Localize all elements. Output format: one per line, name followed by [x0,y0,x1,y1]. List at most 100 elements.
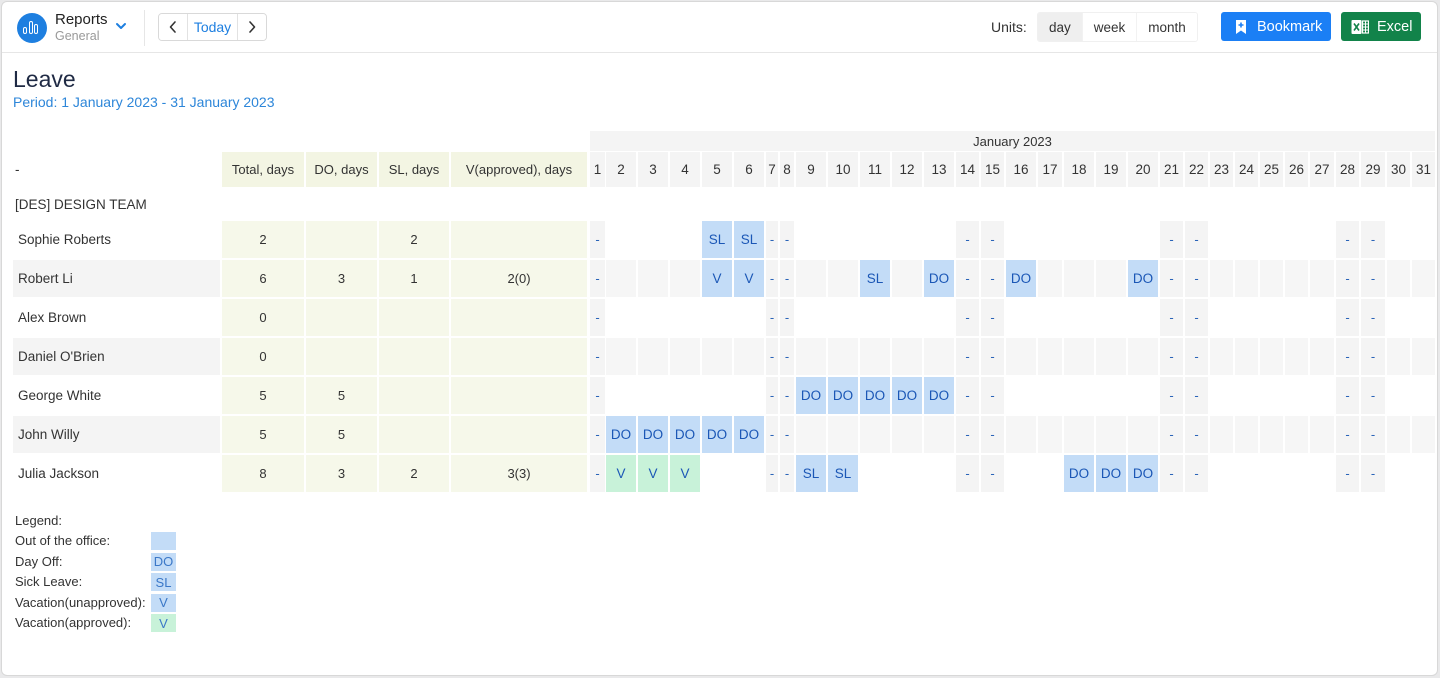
day-cell [860,416,890,453]
leave-mark[interactable]: SL [828,455,858,492]
leave-mark[interactable]: DO [924,377,954,414]
day-cell [1096,377,1126,414]
next-button[interactable] [238,14,266,40]
day-cell [1038,377,1062,414]
leave-mark[interactable]: DO [892,377,922,414]
day-header: 30 [1387,152,1410,187]
day-header: 24 [1235,152,1258,187]
day-cell [1038,299,1062,336]
day-cell [796,299,826,336]
top-bar: Reports General Today Units: day week mo… [2,2,1437,53]
previous-button[interactable] [159,14,187,40]
unit-week-button[interactable]: week [1082,13,1138,41]
day-header: 16 [1006,152,1036,187]
employee-name[interactable]: Alex Brown [13,299,220,336]
leave-mark[interactable]: DO [702,416,732,453]
non-working-day-cell: - [766,455,778,492]
day-cell [924,299,954,336]
leave-mark[interactable]: SL [796,455,826,492]
leave-mark[interactable]: DO [796,377,826,414]
employee-name[interactable]: Julia Jackson [13,455,220,492]
day-cell [924,338,954,375]
unit-month-button[interactable]: month [1137,13,1197,41]
report-window: Reports General Today Units: day week mo… [1,1,1438,676]
day-cell [1038,260,1062,297]
day-cell [1310,416,1334,453]
chevron-down-icon[interactable] [114,19,128,33]
employee-name[interactable]: Robert Li [13,260,220,297]
leave-mark[interactable]: SL [702,221,732,258]
leave-mark[interactable]: SL [860,260,890,297]
leave-mark[interactable]: DO [670,416,700,453]
non-working-day-cell: - [1361,221,1385,258]
leave-mark[interactable]: V [670,455,700,492]
leave-mark[interactable]: V [702,260,732,297]
employee-name[interactable]: John Willy [13,416,220,453]
leave-mark[interactable]: V [638,455,668,492]
period-label: Period: 1 January 2023 - 31 January 2023 [13,94,275,110]
employee-name[interactable]: Daniel O'Brien [13,338,220,375]
leave-mark[interactable]: DO [638,416,668,453]
corner-label: - [15,162,20,177]
bookmark-button[interactable]: Bookmark [1221,12,1331,41]
unit-day-button[interactable]: day [1038,13,1083,41]
day-cell [1064,416,1094,453]
legend-swatch: SL [151,573,176,591]
legend-swatch: V [151,593,176,612]
leave-mark[interactable]: SL [734,221,764,258]
today-button[interactable]: Today [187,14,238,40]
non-working-day-cell: - [590,455,605,492]
day-cell [670,299,700,336]
day-header: 21 [1160,152,1183,187]
day-cell [796,260,826,297]
leave-mark[interactable]: V [606,455,636,492]
leave-mark[interactable]: DO [1096,455,1126,492]
leave-mark[interactable]: DO [860,377,890,414]
leave-mark[interactable]: DO [734,416,764,453]
day-header: 10 [828,152,858,187]
sl-days-value [379,338,449,375]
day-cell [1235,299,1258,336]
day-cell [1310,377,1334,414]
app-title: Reports [55,11,108,28]
header-v-approved-days: V(approved), days [451,152,587,187]
leave-mark[interactable]: DO [924,260,954,297]
day-cell [828,416,858,453]
v-approved-days-value [451,299,587,336]
leave-mark[interactable]: DO [606,416,636,453]
employee-name[interactable]: Sophie Roberts [13,221,220,258]
leave-mark[interactable]: V [734,260,764,297]
leave-mark[interactable]: DO [1006,260,1036,297]
leave-mark[interactable]: DO [1128,260,1158,297]
v-approved-days-value [451,338,587,375]
day-cell [796,221,826,258]
day-cell [1064,377,1094,414]
non-working-day-cell: - [1336,377,1359,414]
leave-mark[interactable]: DO [1064,455,1094,492]
non-working-day-cell: - [766,260,778,297]
sl-days-value: 2 [379,221,449,258]
legend-title: Legend: [15,513,62,528]
non-working-day-cell: - [780,338,794,375]
day-cell [1235,455,1258,492]
leave-mark[interactable]: DO [1128,455,1158,492]
legend-swatch: DO [151,552,176,571]
sl-days-value [379,377,449,414]
day-cell [1006,338,1036,375]
day-cell [1235,221,1258,258]
day-header: 8 [780,152,794,187]
employee-name[interactable]: George White [13,377,220,414]
do-days-value [306,299,377,336]
day-cell [1096,221,1126,258]
non-working-day-cell: - [981,299,1004,336]
day-cell [1235,338,1258,375]
leave-mark[interactable]: DO [828,377,858,414]
day-cell [1006,377,1036,414]
do-days-value [306,221,377,258]
day-cell [1128,416,1158,453]
day-cell [702,455,732,492]
non-working-day-cell: - [780,260,794,297]
excel-button[interactable]: Excel [1341,12,1421,41]
day-cell [1006,299,1036,336]
day-cell [1006,416,1036,453]
